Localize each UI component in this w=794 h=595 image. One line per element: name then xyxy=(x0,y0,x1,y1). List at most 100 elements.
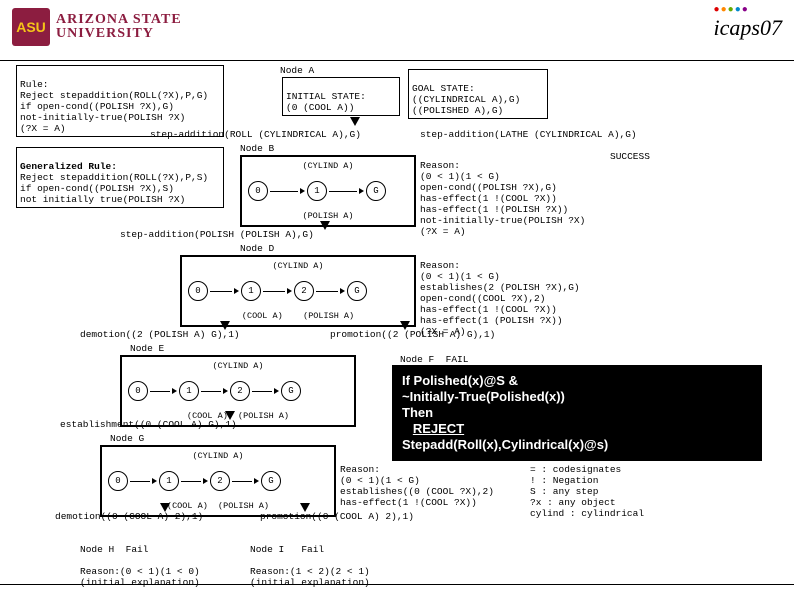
nodeD-r1: (0 < 1)(1 < G) xyxy=(420,271,500,282)
nodeA-initial-v: (0 (COOL A)) xyxy=(286,102,354,113)
nodeA-initial: INITIAL STATE: (0 (COOL A)) xyxy=(282,77,400,116)
callout-l4: REJECT xyxy=(413,421,464,436)
icaps-logo: ●●●●● icaps07 xyxy=(714,4,782,41)
grule-title: Generalized Rule: xyxy=(20,161,117,172)
rule-l1: Reject stepaddition(ROLL(?X),P,G) xyxy=(20,90,208,101)
nodeE-ng: G xyxy=(281,381,301,401)
nodeA-goal1: ((CYLINDRICAL A),G) xyxy=(412,94,520,105)
nodeG-n0: 0 xyxy=(108,471,128,491)
nodeH-r2: (initial explanation) xyxy=(80,577,200,588)
icaps-dots-icon: ●●●●● xyxy=(714,4,782,15)
callout-l3: Then xyxy=(402,405,752,421)
nodeI-r2: (initial explanation) xyxy=(250,577,370,588)
rule-title: Rule: xyxy=(20,79,49,90)
nodeB-bottom: (POLISH A) xyxy=(248,211,408,221)
slide-header: ASU ARIZONA STATE UNIVERSITY ●●●●● icaps… xyxy=(0,0,794,61)
nodeE-n0: 0 xyxy=(128,381,148,401)
legend-l5: cylind : cylindrical xyxy=(530,508,644,519)
nodeB-r3: has-effect(1 !(COOL ?X)) xyxy=(420,193,557,204)
nodeB-r4: has-effect(1 !(POLISH ?X)) xyxy=(420,204,568,215)
grule-l3: not initially true(POLISH ?X) xyxy=(20,194,185,205)
nodeB-n1: 1 xyxy=(307,181,327,201)
asu-mark-icon: ASU xyxy=(12,8,50,46)
nodeD-top: (CYLIND A) xyxy=(188,261,408,271)
grule-l2: if open-cond((POLISH ?X),S) xyxy=(20,183,174,194)
legend-l3: S : any step xyxy=(530,486,598,497)
callout-l5: Stepadd(Roll(x),Cylindrical(x)@s) xyxy=(402,437,752,453)
nodeB-n0: 0 xyxy=(248,181,268,201)
stepB: step-addition(POLISH (POLISH A),G) xyxy=(120,229,314,240)
callout-l1: If Polished(x)@S & xyxy=(402,373,752,389)
nodeB-r2: open-cond((POLISH ?X),G) xyxy=(420,182,557,193)
legend-l4: ?x : any object xyxy=(530,497,616,508)
stepA-left: step-addition(ROLL (CYLINDRICAL A),G) xyxy=(150,129,361,140)
nodeD-bot1: (POLISH A) xyxy=(303,311,354,321)
nodeB-reason-h: Reason: xyxy=(420,160,460,171)
nodeG-bot: (POLISH A) xyxy=(218,501,269,511)
asu-text-line2: UNIVERSITY xyxy=(56,27,182,41)
nodeA-goal2: ((POLISHED A),G) xyxy=(412,105,503,116)
success-label: SUCCESS xyxy=(610,151,650,162)
nodeG-ng: G xyxy=(261,471,281,491)
nodeE-n1: 1 xyxy=(179,381,199,401)
nodeB-r5: not-initially-true(POLISH ?X) xyxy=(420,215,585,226)
nodeD-reason: Reason: (0 < 1)(1 < G) establishes(2 (PO… xyxy=(420,249,580,337)
footer-rule xyxy=(0,584,794,585)
nodeD-label: Node D xyxy=(240,243,274,254)
nodeB-label: Node B xyxy=(240,143,274,154)
nodeG-top: (CYLIND A) xyxy=(108,451,328,461)
rule-l4: (?X = A) xyxy=(20,123,66,134)
rule-l3: not-initially-true(POLISH ?X) xyxy=(20,112,185,123)
demotion-left: demotion((2 (POLISH A) G),1) xyxy=(80,329,240,340)
nodeB-reason: Reason: (0 < 1)(1 < G) open-cond((POLISH… xyxy=(420,149,585,237)
nodeD-r3: open-cond((COOL ?X),2) xyxy=(420,293,545,304)
arrow-down-icon xyxy=(350,117,360,126)
nodeD-bot2: (COOL A) xyxy=(242,311,283,321)
nodeA-goal: GOAL STATE: ((CYLINDRICAL A),G) ((POLISH… xyxy=(408,69,548,119)
nodeB-ng: G xyxy=(366,181,386,201)
nodeD-graph: (CYLIND A) 0 1 2 G (COOL A) (POLISH A) xyxy=(180,255,416,327)
nodeG-mid: (COOL A) xyxy=(167,501,208,511)
nodeE-label: Node E xyxy=(130,343,164,354)
nodeI-r1: Reason:(1 < 2)(2 < 1) xyxy=(250,566,370,577)
nodeI-label: Node I xyxy=(250,544,284,555)
nodeG-r3: has-effect(1 !(COOL ?X)) xyxy=(340,497,477,508)
stepA-right: step-addition(LATHE (CYLINDRICAL A),G) xyxy=(420,129,637,140)
nodeE-n2: 2 xyxy=(230,381,250,401)
rule-box: Rule: Reject stepaddition(ROLL(?X),P,G) … xyxy=(16,65,224,137)
nodeD-reason-h: Reason: xyxy=(420,260,460,271)
callout-box: If Polished(x)@S & ~Initially-True(Polis… xyxy=(390,363,764,463)
diagram-canvas: Rule: Reject stepaddition(ROLL(?X),P,G) … xyxy=(0,61,794,586)
arrow-down-icon xyxy=(320,221,330,230)
nodeB-r6: (?X = A) xyxy=(420,226,466,237)
nodeB-graph: (CYLIND A) 0 1 G (POLISH A) xyxy=(240,155,416,227)
nodeB-r1: (0 < 1)(1 < G) xyxy=(420,171,500,182)
icaps-text: icaps07 xyxy=(714,15,782,40)
asu-logo: ASU ARIZONA STATE UNIVERSITY xyxy=(12,8,182,46)
est-left: establishment((0 (COOL A) G),1) xyxy=(60,419,237,430)
grule-l1: Reject stepaddition(ROLL(?X),P,S) xyxy=(20,172,208,183)
legend-l2: ! : Negation xyxy=(530,475,598,486)
nodeG-r1: (0 < 1)(1 < G) xyxy=(340,475,420,486)
callout-l2: ~Initially-True(Polished(x)) xyxy=(402,389,752,405)
nodeA-initial-h: INITIAL STATE: xyxy=(286,91,366,102)
nodeE-bot: (POLISH A) xyxy=(238,411,289,421)
nodeH-r1: Reason:(0 < 1)(1 < 0) xyxy=(80,566,200,577)
nodeH: Node H Fail Reason:(0 < 1)(1 < 0) (initi… xyxy=(80,533,200,588)
nodeD-n0: 0 xyxy=(188,281,208,301)
nodeG-label: Node G xyxy=(110,433,144,444)
nodeD-r5: has-effect(1 (POLISH ?X)) xyxy=(420,315,563,326)
rule-l2: if open-cond((POLISH ?X),G) xyxy=(20,101,174,112)
nodeD-r2: establishes(2 (POLISH ?X),G) xyxy=(420,282,580,293)
nodeH-fail: Fail xyxy=(126,544,149,555)
legend-l1: = : codesignates xyxy=(530,464,621,475)
asu-text-line1: ARIZONA STATE xyxy=(56,13,182,27)
nodeG-n2: 2 xyxy=(210,471,230,491)
nodeB-top: (CYLIND A) xyxy=(248,161,408,171)
nodeG-rh: Reason: xyxy=(340,464,380,475)
nodeD-n1: 1 xyxy=(241,281,261,301)
nodeD-n2: 2 xyxy=(294,281,314,301)
nodeG-r2: establishes((0 (COOL ?X),2) xyxy=(340,486,494,497)
nodeA-goal-h: GOAL STATE: xyxy=(412,83,475,94)
promotion-right: promotion((2 (POLISH A) G),1) xyxy=(330,329,495,340)
